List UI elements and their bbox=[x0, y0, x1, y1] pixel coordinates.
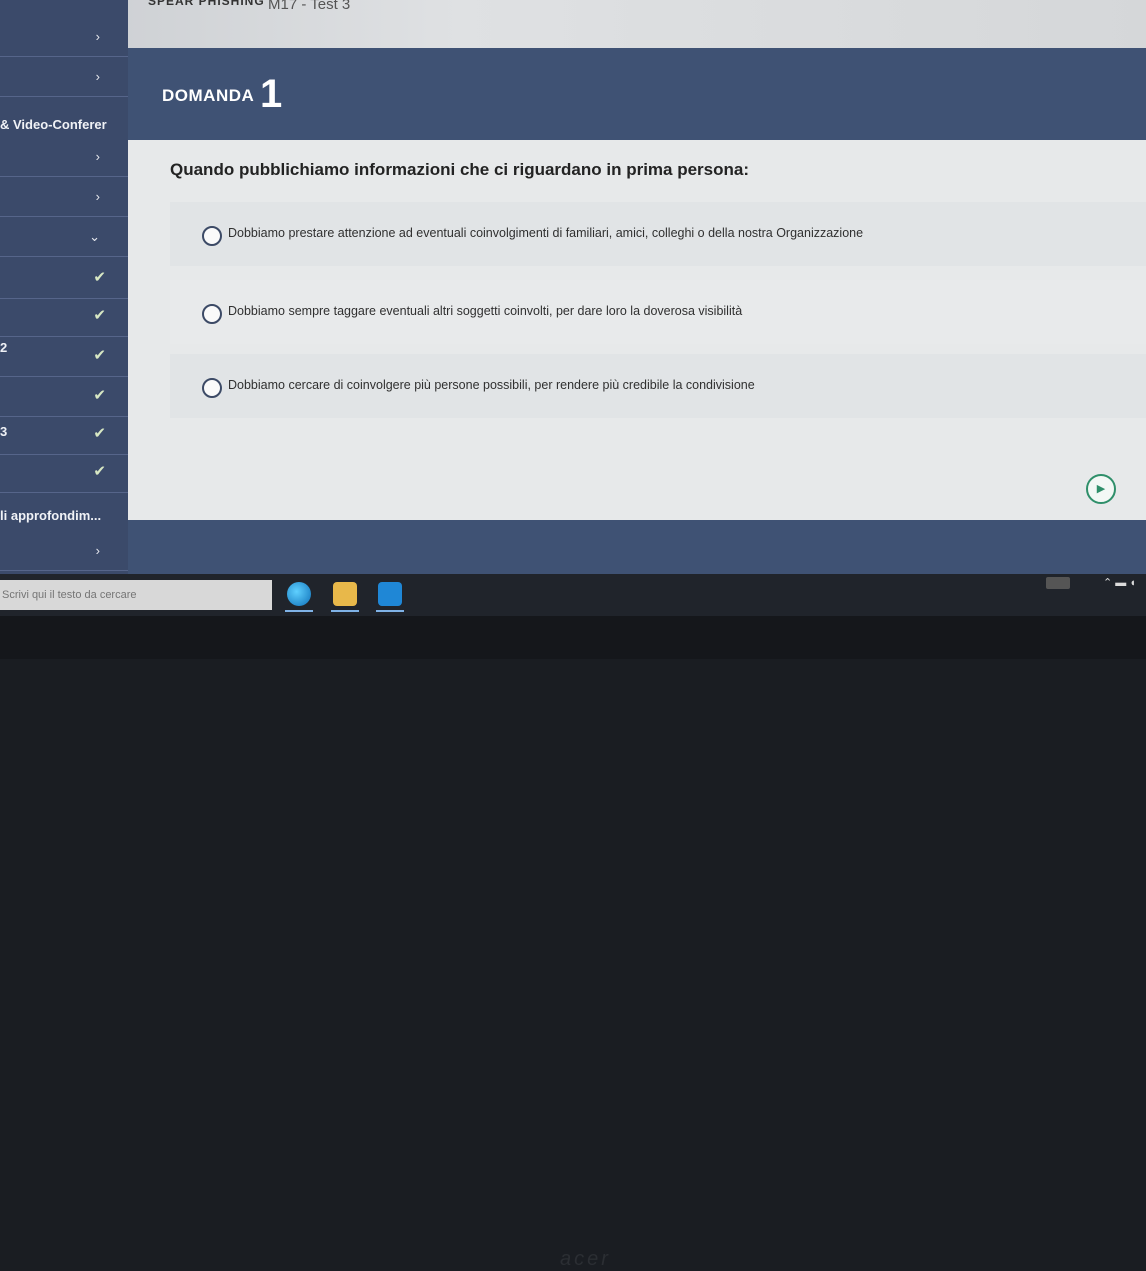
breadcrumb: SPEAR PHISHING bbox=[148, 0, 265, 8]
system-tray[interactable]: ⌃ ▬ ◖ bbox=[1045, 576, 1136, 590]
brand-logo: acer bbox=[560, 1248, 611, 1270]
sidebar-item[interactable]: › bbox=[0, 60, 128, 97]
radio-button[interactable] bbox=[202, 304, 222, 324]
answer-option-label: Dobbiamo sempre taggare eventuali altri … bbox=[228, 304, 743, 318]
chevron-up-icon[interactable]: ⌃ bbox=[1103, 577, 1112, 589]
sidebar-item[interactable]: › bbox=[0, 140, 128, 177]
check-icon: ✔ bbox=[93, 347, 106, 364]
sidebar-item[interactable]: ✔ bbox=[0, 300, 128, 337]
check-icon: ✔ bbox=[93, 269, 106, 286]
network-icon[interactable]: ▬ bbox=[1115, 577, 1126, 589]
question-text: Quando pubblichiamo informazioni che ci … bbox=[170, 160, 750, 179]
chevron-right-icon: › bbox=[95, 189, 100, 204]
chevron-right-icon: › bbox=[95, 29, 100, 44]
question-header-label: DOMANDA bbox=[162, 86, 255, 105]
answer-option[interactable]: Dobbiamo cercare di coinvolgere più pers… bbox=[170, 354, 1146, 418]
play-icon: ▶ bbox=[1096, 483, 1106, 495]
panel-footer bbox=[128, 520, 1146, 580]
window-title: M17 - Test 3 bbox=[268, 0, 351, 13]
sidebar-item[interactable]: ✔ bbox=[0, 262, 128, 299]
sidebar-item[interactable]: ⌄ bbox=[0, 220, 128, 257]
answer-option[interactable]: Dobbiamo sempre taggare eventuali altri … bbox=[170, 280, 1146, 344]
sidebar-item[interactable]: ✔ bbox=[0, 418, 128, 455]
store-icon[interactable] bbox=[378, 582, 402, 606]
question-header: DOMANDA 1 bbox=[128, 48, 1146, 140]
radio-button[interactable] bbox=[202, 226, 222, 246]
sidebar-item[interactable]: › bbox=[0, 20, 128, 57]
sidebar-item-label: & Video-Conferer bbox=[0, 117, 107, 132]
monitor-bezel: acer bbox=[0, 616, 1146, 1270]
chevron-down-icon: ⌄ bbox=[89, 229, 100, 244]
check-icon: ✔ bbox=[93, 307, 106, 324]
question-panel: DOMANDA 1 Quando pubblichiamo informazio… bbox=[128, 48, 1146, 538]
check-icon: ✔ bbox=[93, 425, 106, 442]
answer-option[interactable]: Dobbiamo prestare attenzione ad eventual… bbox=[170, 202, 1146, 266]
sidebar-item[interactable]: › bbox=[0, 534, 128, 571]
chevron-right-icon: › bbox=[95, 149, 100, 164]
chevron-right-icon: › bbox=[95, 69, 100, 84]
search-input[interactable] bbox=[0, 580, 270, 610]
sidebar-item[interactable]: › bbox=[0, 180, 128, 217]
sidebar-item[interactable]: ✔ bbox=[0, 456, 128, 493]
active-app-indicator bbox=[331, 610, 359, 612]
active-app-indicator bbox=[376, 610, 404, 612]
course-sidebar: › › & Video-Conferer › › ⌄ ✔ ✔ 2 ✔ ✔ 3 ✔… bbox=[0, 0, 128, 600]
volume-icon[interactable]: ◖ bbox=[1129, 577, 1136, 589]
answer-option-label: Dobbiamo cercare di coinvolgere più pers… bbox=[228, 378, 755, 392]
window-titlebar: SPEAR PHISHING M17 - Test 3 bbox=[0, 0, 1146, 52]
taskbar-search[interactable] bbox=[0, 580, 272, 610]
battery-icon[interactable] bbox=[1045, 577, 1070, 590]
answer-option-label: Dobbiamo prestare attenzione ad eventual… bbox=[228, 226, 864, 240]
chevron-right-icon: › bbox=[95, 543, 100, 558]
active-app-indicator bbox=[285, 610, 313, 612]
check-icon: ✔ bbox=[93, 463, 106, 480]
next-button[interactable]: ▶ bbox=[1086, 474, 1116, 504]
edge-browser-icon[interactable] bbox=[287, 582, 311, 606]
radio-button[interactable] bbox=[202, 378, 222, 398]
check-icon: ✔ bbox=[93, 387, 106, 404]
question-number: 1 bbox=[260, 72, 283, 116]
sidebar-item-label: li approfondim... bbox=[0, 508, 102, 523]
sidebar-item[interactable]: ✔ bbox=[0, 380, 128, 417]
sidebar-item[interactable]: ✔ bbox=[0, 340, 128, 377]
taskbar: ⌃ ▬ ◖ bbox=[0, 574, 1146, 616]
file-explorer-icon[interactable] bbox=[333, 582, 357, 606]
